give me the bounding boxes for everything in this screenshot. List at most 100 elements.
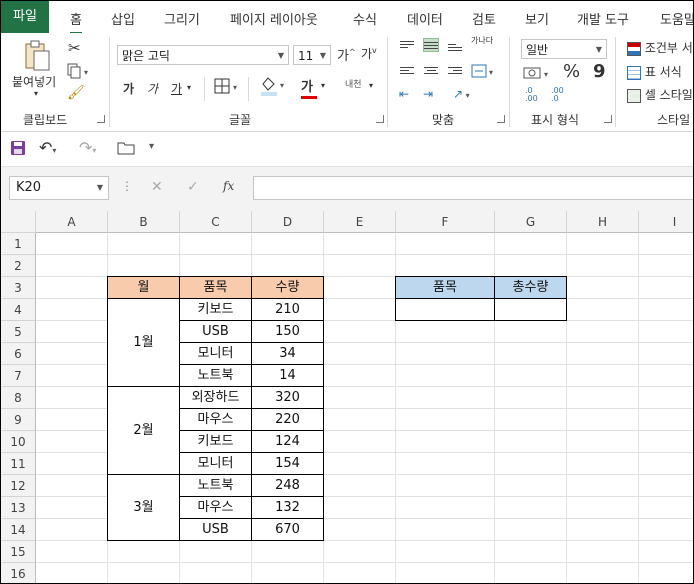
row-header-11[interactable]: 11 bbox=[1, 453, 36, 475]
name-box[interactable]: K20 ▼ bbox=[9, 176, 109, 200]
paste-icon[interactable] bbox=[23, 39, 51, 76]
column-header-f[interactable]: F bbox=[396, 211, 495, 233]
row-header-8[interactable]: 8 bbox=[1, 387, 36, 409]
cut-icon[interactable]: ✂ bbox=[68, 39, 81, 57]
qty-cell[interactable]: 248 bbox=[251, 474, 324, 497]
number-format-dropdown[interactable]: 일반 ▼ bbox=[521, 39, 607, 59]
qty-cell[interactable]: 150 bbox=[251, 320, 324, 343]
column-header-e[interactable]: E bbox=[324, 211, 396, 233]
qty-cell[interactable]: 670 bbox=[251, 518, 324, 541]
number-launcher-icon[interactable] bbox=[604, 115, 612, 123]
cancel-icon[interactable]: ✕ bbox=[151, 179, 163, 195]
item-cell[interactable]: USB bbox=[179, 518, 252, 541]
row-header-6[interactable]: 6 bbox=[1, 343, 36, 365]
tab-file[interactable]: 파일 bbox=[1, 1, 49, 33]
row-header-3[interactable]: 3 bbox=[1, 277, 36, 299]
qty-cell[interactable]: 154 bbox=[251, 452, 324, 475]
tab-view[interactable]: 보기 bbox=[525, 9, 549, 28]
chevron-down-icon[interactable]: ▾ bbox=[321, 81, 325, 90]
tab-developer[interactable]: 개발 도구 bbox=[577, 9, 629, 28]
tab-draw[interactable]: 그리기 bbox=[164, 9, 200, 28]
summary-header-total[interactable]: 총수량 bbox=[494, 276, 567, 299]
qty-cell[interactable]: 320 bbox=[251, 386, 324, 409]
row-header-7[interactable]: 7 bbox=[1, 365, 36, 387]
tab-home[interactable]: 홈 bbox=[70, 9, 82, 35]
chevron-down-icon[interactable]: ▾ bbox=[187, 83, 191, 92]
font-color-button[interactable]: 가 bbox=[301, 76, 317, 99]
paste-button[interactable]: 붙여넣기 bbox=[12, 73, 56, 90]
font-name-dropdown[interactable]: 맑은 고딕 ▼ bbox=[117, 45, 289, 65]
format-as-table-button[interactable]: 표 서식 bbox=[627, 63, 682, 80]
font-launcher-icon[interactable] bbox=[376, 115, 384, 123]
undo-icon[interactable]: ↶▾ bbox=[39, 138, 56, 157]
italic-button[interactable]: 가 bbox=[147, 80, 158, 97]
item-cell[interactable]: 노트북 bbox=[179, 474, 252, 497]
borders-icon[interactable]: ▾ bbox=[214, 77, 242, 98]
tab-formulas[interactable]: 수식 bbox=[353, 9, 377, 28]
align-top-icon[interactable] bbox=[400, 39, 414, 51]
month-cell[interactable]: 2월 bbox=[107, 386, 180, 475]
insert-function-button[interactable]: fx bbox=[223, 179, 234, 193]
worksheet-grid[interactable]: A B C D E F G H I 1 2 3 4 5 6 7 8 9 10 11 12 13 14 15 16 월 품목 수량 1월 키… bbox=[1, 211, 693, 583]
month-cell[interactable]: 3월 bbox=[107, 474, 180, 541]
tab-insert[interactable]: 삽입 bbox=[111, 9, 135, 28]
row-header-9[interactable]: 9 bbox=[1, 409, 36, 431]
select-all-corner[interactable] bbox=[1, 211, 36, 233]
tab-help[interactable]: 도움말 bbox=[660, 9, 693, 28]
row-header-5[interactable]: 5 bbox=[1, 321, 36, 343]
qty-cell[interactable]: 220 bbox=[251, 408, 324, 431]
table-header-qty[interactable]: 수량 bbox=[251, 276, 324, 299]
qty-cell[interactable]: 14 bbox=[251, 364, 324, 387]
row-header-14[interactable]: 14 bbox=[1, 519, 36, 541]
table-header-item[interactable]: 품목 bbox=[179, 276, 252, 299]
item-cell[interactable]: 마우스 bbox=[179, 496, 252, 519]
column-header-h[interactable]: H bbox=[567, 211, 639, 233]
format-painter-icon[interactable]: 🖌 bbox=[67, 85, 85, 101]
save-icon[interactable] bbox=[10, 140, 26, 159]
wrap-text-button[interactable]: 가나다 bbox=[471, 37, 493, 45]
copy-icon[interactable]: ▾ bbox=[67, 63, 91, 82]
fill-color-icon[interactable]: ▾ bbox=[259, 75, 289, 100]
cell-styles-button[interactable]: 셀 스타일 bbox=[627, 86, 693, 103]
enter-icon[interactable]: ✓ bbox=[187, 179, 199, 195]
row-header-15[interactable]: 15 bbox=[1, 541, 36, 563]
decrease-indent-icon[interactable]: ⇤ bbox=[399, 87, 409, 101]
row-header-1[interactable]: 1 bbox=[1, 233, 36, 255]
summary-item-input[interactable] bbox=[395, 298, 495, 321]
summary-total-input[interactable] bbox=[494, 298, 567, 321]
accounting-format-icon[interactable]: ▾ bbox=[523, 65, 555, 84]
row-header-10[interactable]: 10 bbox=[1, 431, 36, 453]
redo-icon[interactable]: ↷▾ bbox=[79, 138, 96, 157]
formula-input[interactable] bbox=[253, 176, 693, 200]
decrease-decimal-button[interactable]: .00.0 bbox=[551, 87, 564, 103]
font-size-dropdown[interactable]: 11 ▼ bbox=[293, 45, 331, 65]
column-header-i[interactable]: I bbox=[639, 211, 693, 233]
column-header-a[interactable]: A bbox=[36, 211, 108, 233]
item-cell[interactable]: 키보드 bbox=[179, 298, 252, 321]
chevron-down-icon[interactable]: ▾ bbox=[369, 81, 373, 90]
customize-qat-icon[interactable]: ▾ bbox=[149, 141, 154, 152]
increase-indent-icon[interactable]: ⇥ bbox=[423, 87, 433, 101]
alignment-launcher-icon[interactable] bbox=[497, 115, 505, 123]
column-header-b[interactable]: B bbox=[108, 211, 180, 233]
item-cell[interactable]: 모니터 bbox=[179, 452, 252, 475]
item-cell[interactable]: 마우스 bbox=[179, 408, 252, 431]
column-header-c[interactable]: C bbox=[180, 211, 252, 233]
align-right-icon[interactable] bbox=[448, 65, 462, 77]
clipboard-launcher-icon[interactable] bbox=[97, 115, 105, 123]
bold-button[interactable]: 가 bbox=[123, 80, 134, 97]
column-header-d[interactable]: D bbox=[252, 211, 324, 233]
row-header-12[interactable]: 12 bbox=[1, 475, 36, 497]
more-options-icon[interactable]: ⋮ bbox=[121, 179, 133, 193]
align-bottom-icon[interactable] bbox=[448, 39, 462, 51]
item-cell[interactable]: 노트북 bbox=[179, 364, 252, 387]
row-header-16[interactable]: 16 bbox=[1, 563, 36, 583]
shrink-font-button[interactable]: 가v bbox=[361, 45, 377, 62]
tab-review[interactable]: 검토 bbox=[472, 9, 496, 28]
folder-icon[interactable] bbox=[117, 141, 135, 158]
row-header-13[interactable]: 13 bbox=[1, 497, 36, 519]
item-cell[interactable]: 모니터 bbox=[179, 342, 252, 365]
summary-header-item[interactable]: 품목 bbox=[395, 276, 495, 299]
phonetic-button[interactable]: 내천 bbox=[345, 77, 362, 90]
tab-data[interactable]: 데이터 bbox=[407, 9, 443, 28]
